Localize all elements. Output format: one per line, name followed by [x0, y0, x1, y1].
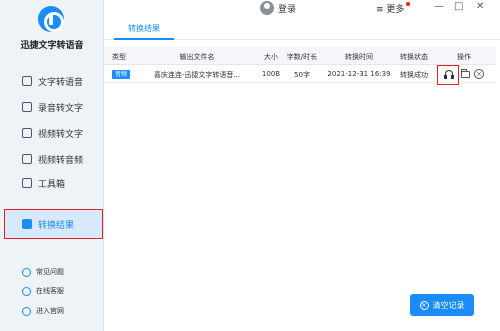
duration-cell: 50字 — [294, 71, 310, 79]
app-logo-icon — [38, 6, 64, 32]
footer-item-faq[interactable]: 常见问题 — [0, 264, 104, 280]
headphone-icon[interactable] — [443, 68, 455, 80]
size-cell: 100B — [261, 70, 281, 78]
user-avatar-icon[interactable] — [260, 1, 274, 15]
sidebar-item-toolbox[interactable]: 工具箱 — [0, 172, 104, 194]
tab-bar: 转换结果 — [104, 20, 500, 40]
menu-icon: ≡ — [376, 5, 384, 15]
col-filename: 输出文件名 — [179, 53, 215, 61]
type-badge: 音频 — [112, 70, 131, 79]
sidebar-item-video-to-audio[interactable]: 视频转音频 — [0, 148, 104, 170]
col-actions: 操作 — [457, 53, 471, 61]
footer-item-label: 在线客服 — [36, 287, 64, 295]
maximize-button[interactable]: □ — [454, 1, 463, 12]
col-type: 类型 — [112, 53, 126, 61]
more-label: 更多 — [386, 5, 405, 15]
sidebar-item-label: 录音转文字 — [38, 103, 84, 114]
support-icon — [22, 286, 31, 296]
video-audio-icon — [22, 154, 32, 164]
result-icon — [22, 219, 32, 229]
sidebar-item-label: 工具箱 — [38, 179, 66, 190]
filename-cell: 喜庆连连-迅捷文字转语音... — [153, 71, 241, 79]
time-cell: 2021-12-31 16:39 — [327, 70, 391, 78]
toolbox-icon — [22, 178, 32, 188]
minimize-button[interactable]: — — [434, 1, 444, 12]
footer-item-website[interactable]: 进入官网 — [0, 303, 104, 319]
clear-records-label: 清空记录 — [432, 300, 465, 310]
clear-records-button[interactable]: ✕ 清空记录 — [410, 294, 474, 316]
col-time: 转换时间 — [345, 53, 373, 61]
col-duration: 字数/时长 — [286, 53, 318, 61]
app-name: 迅捷文字转语音 — [20, 41, 84, 51]
close-button[interactable]: ✕ — [476, 1, 484, 12]
footer-item-support[interactable]: 在线客服 — [0, 283, 104, 299]
sidebar-item-label: 视频转音频 — [38, 155, 84, 166]
sidebar-item-label: 转换结果 — [38, 220, 75, 231]
help-icon — [22, 267, 31, 277]
folder-icon[interactable] — [459, 68, 471, 80]
title-bar: 登录 ≡ 更多 — □ ✕ — [104, 0, 500, 16]
sidebar-item-text-to-speech[interactable]: 文字转语音 — [0, 70, 104, 92]
notification-dot — [406, 2, 411, 6]
video-text-icon — [22, 128, 32, 138]
table-header: 类型 输出文件名 大小 字数/时长 转换时间 转换状态 操作 — [104, 47, 496, 65]
status-cell: 转换成功 — [400, 71, 428, 79]
col-status: 转换状态 — [400, 53, 428, 61]
table-row[interactable]: 音频 喜庆连连-迅捷文字转语音... 100B 50字 2021-12-31 1… — [104, 65, 496, 85]
col-size: 大小 — [264, 53, 278, 61]
footer-item-label: 进入官网 — [36, 307, 64, 315]
sidebar: 迅捷文字转语音 文字转语音 录音转文字 视频转文字 视频转音频 工具箱 转换结果… — [0, 0, 104, 331]
website-icon — [22, 306, 31, 316]
more-menu[interactable]: ≡ 更多 — [376, 2, 411, 15]
sidebar-item-label: 文字转语音 — [38, 77, 84, 88]
footer-item-label: 常见问题 — [36, 268, 64, 276]
recording-icon — [22, 102, 32, 112]
sidebar-item-video-to-text[interactable]: 视频转文字 — [0, 122, 104, 144]
delete-icon[interactable]: × — [473, 68, 485, 80]
login-link[interactable]: 登录 — [278, 2, 296, 15]
clear-icon: ✕ — [419, 300, 429, 310]
sidebar-item-conversion-results[interactable]: 转换结果 — [4, 209, 103, 239]
text-to-speech-icon — [22, 76, 32, 86]
tab-conversion-results[interactable]: 转换结果 — [114, 20, 174, 40]
sidebar-item-label: 视频转文字 — [38, 129, 84, 140]
sidebar-item-recording-to-text[interactable]: 录音转文字 — [0, 96, 104, 118]
